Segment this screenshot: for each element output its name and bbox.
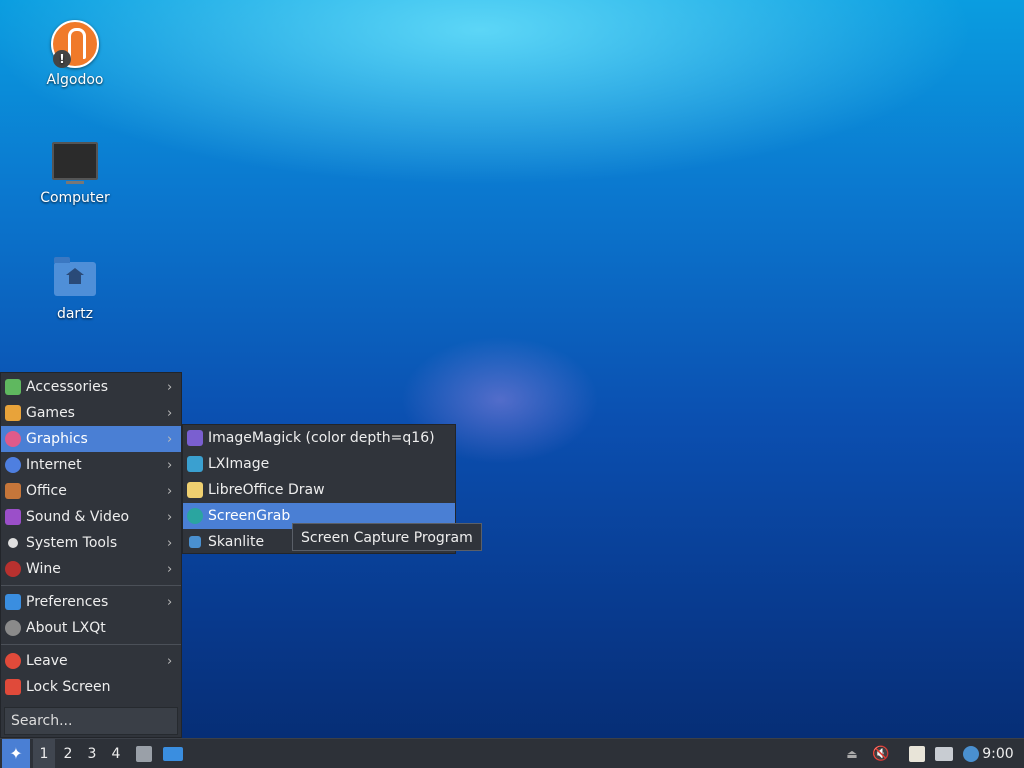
eject-tray-button[interactable]: ⏏ bbox=[842, 739, 862, 768]
chevron-right-icon: › bbox=[167, 535, 173, 551]
accessories-icon bbox=[5, 379, 21, 395]
menu-separator bbox=[1, 585, 181, 586]
desktop-switch-3[interactable]: 3 bbox=[81, 739, 103, 768]
desktop-icon-label: dartz bbox=[56, 306, 94, 322]
graphics-icon bbox=[5, 431, 21, 447]
desktop-icon-algodoo[interactable]: ! Algodoo bbox=[25, 20, 125, 88]
chevron-right-icon: › bbox=[167, 379, 173, 395]
algodoo-icon: ! bbox=[51, 20, 99, 68]
desktop-switch-1[interactable]: 1 bbox=[33, 739, 55, 768]
screengrab-icon bbox=[187, 508, 203, 524]
chevron-right-icon: › bbox=[167, 483, 173, 499]
desktop-icon-label: Algodoo bbox=[46, 72, 104, 88]
eject-icon: ⏏ bbox=[846, 746, 858, 761]
office-icon bbox=[5, 483, 21, 499]
menu-item-about-lxqt[interactable]: About LXQt bbox=[1, 615, 181, 641]
menu-item-leave[interactable]: Leave › bbox=[1, 648, 181, 674]
desktop-icon-label: Computer bbox=[40, 190, 110, 206]
show-desktop-icon bbox=[163, 746, 183, 761]
computer-icon bbox=[52, 142, 98, 184]
submenu-item-imagemagick[interactable]: ImageMagick (color depth=q16) bbox=[183, 425, 455, 451]
chevron-right-icon: › bbox=[167, 653, 173, 669]
power-icon bbox=[5, 653, 21, 669]
chevron-right-icon: › bbox=[167, 431, 173, 447]
menu-item-preferences[interactable]: Preferences › bbox=[1, 589, 181, 615]
clipboard-tray-button[interactable] bbox=[906, 739, 928, 768]
tooltip: Screen Capture Program bbox=[292, 523, 482, 551]
show-desktop-button[interactable] bbox=[160, 739, 186, 768]
menu-item-internet[interactable]: Internet › bbox=[1, 452, 181, 478]
menu-item-sound-video[interactable]: Sound & Video › bbox=[1, 504, 181, 530]
file-manager-icon bbox=[136, 745, 152, 762]
lock-icon bbox=[5, 679, 21, 695]
menu-item-office[interactable]: Office › bbox=[1, 478, 181, 504]
clock[interactable]: 9:00 bbox=[978, 739, 1018, 768]
chevron-right-icon: › bbox=[167, 405, 173, 421]
lxqt-logo-icon: ✦ bbox=[9, 744, 23, 763]
chevron-right-icon: › bbox=[167, 457, 173, 473]
desktop-switch-4[interactable]: 4 bbox=[105, 739, 127, 768]
menu-separator bbox=[1, 644, 181, 645]
chevron-right-icon: › bbox=[167, 561, 173, 577]
games-icon bbox=[5, 405, 21, 421]
desktop-icon-dartz[interactable]: dartz bbox=[25, 257, 125, 322]
lximage-icon bbox=[187, 456, 203, 472]
system-tools-icon bbox=[8, 538, 18, 548]
desktop-switch-2[interactable]: 2 bbox=[57, 739, 79, 768]
preferences-icon bbox=[5, 594, 21, 610]
menu-item-games[interactable]: Games › bbox=[1, 400, 181, 426]
clipboard-icon bbox=[909, 745, 925, 762]
submenu-item-lximage[interactable]: LXImage bbox=[183, 451, 455, 477]
sound-video-icon bbox=[5, 509, 21, 525]
menu-item-system-tools[interactable]: System Tools › bbox=[1, 530, 181, 556]
chevron-right-icon: › bbox=[167, 594, 173, 610]
about-icon bbox=[5, 620, 21, 636]
application-menu: Accessories › Games › Graphics › Interne… bbox=[0, 372, 182, 738]
notification-icon bbox=[963, 745, 979, 762]
wine-icon bbox=[5, 561, 21, 577]
internet-icon bbox=[5, 457, 21, 473]
chevron-right-icon: › bbox=[167, 509, 173, 525]
taskbar: ✦ 1 2 3 4 ⏏ 🔇 9:00 bbox=[0, 738, 1024, 768]
skanlite-icon bbox=[189, 536, 201, 548]
menu-search-input[interactable]: Search... bbox=[4, 707, 178, 735]
network-tray-button[interactable] bbox=[932, 739, 956, 768]
menu-item-wine[interactable]: Wine › bbox=[1, 556, 181, 582]
volume-tray-button[interactable]: 🔇 bbox=[870, 739, 892, 768]
menu-item-lock-screen[interactable]: Lock Screen bbox=[1, 674, 181, 700]
file-manager-launcher[interactable] bbox=[132, 739, 156, 768]
imagemagick-icon bbox=[187, 430, 203, 446]
submenu-item-libreoffice-draw[interactable]: LibreOffice Draw bbox=[183, 477, 455, 503]
network-icon bbox=[935, 746, 953, 761]
home-folder-icon bbox=[54, 257, 96, 296]
menu-item-accessories[interactable]: Accessories › bbox=[1, 374, 181, 400]
volume-muted-icon: 🔇 bbox=[872, 745, 890, 762]
desktop-icon-computer[interactable]: Computer bbox=[25, 142, 125, 206]
start-menu-button[interactable]: ✦ bbox=[2, 739, 30, 768]
menu-item-graphics[interactable]: Graphics › bbox=[1, 426, 181, 452]
libreoffice-draw-icon bbox=[187, 482, 203, 498]
